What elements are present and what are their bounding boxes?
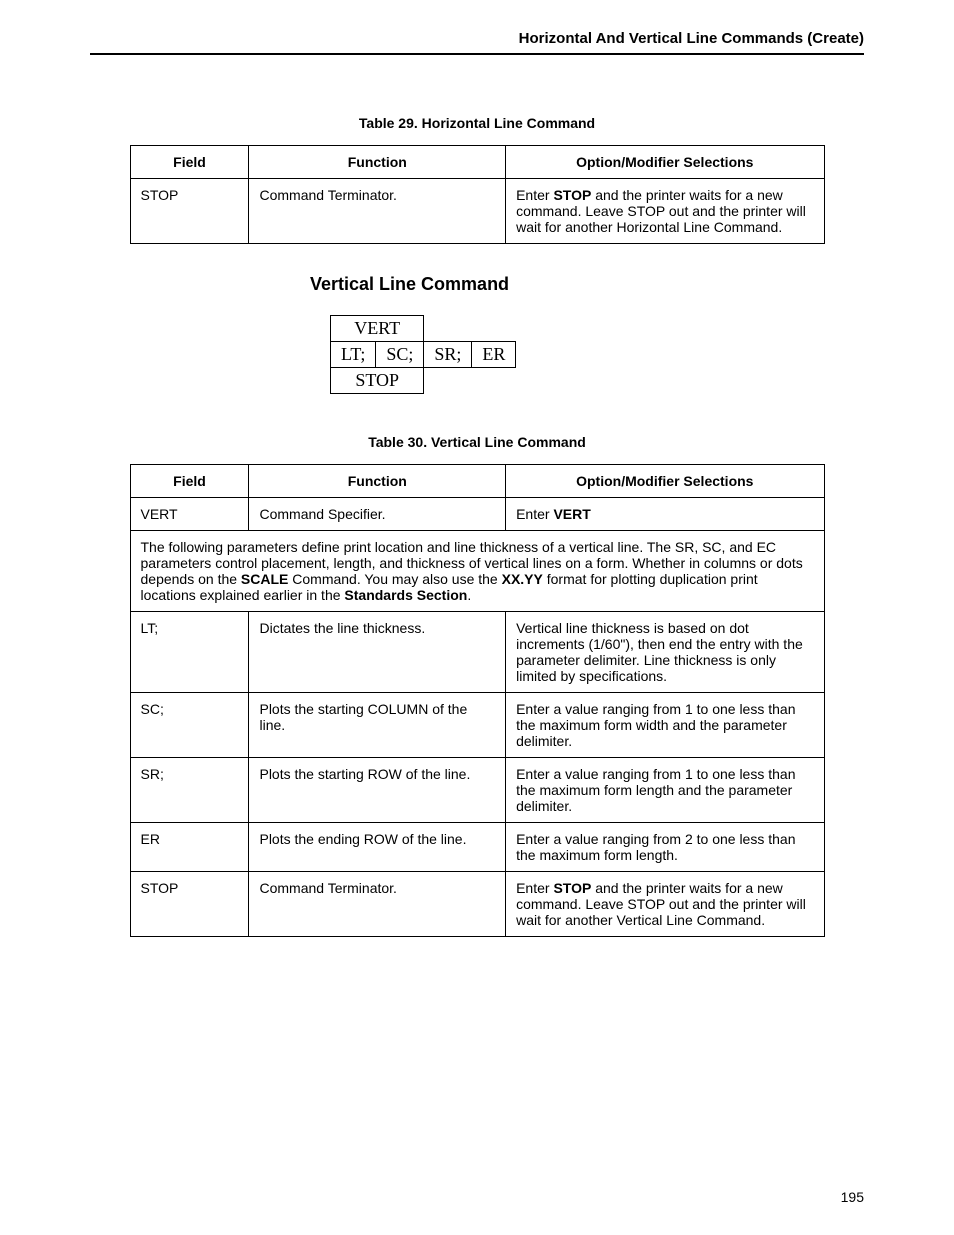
header-rule — [90, 53, 864, 55]
syntax-stop: STOP — [331, 368, 424, 394]
text: Command. You may also use the — [288, 571, 501, 587]
table30-sr-field: SR; — [130, 758, 249, 823]
table29: Field Function Option/Modifier Selection… — [130, 145, 825, 244]
bold-text: STOP — [553, 187, 591, 203]
table30-lt-field: LT; — [130, 612, 249, 693]
table-row: SR; Plots the starting ROW of the line. … — [130, 758, 824, 823]
bold-text: XX.YY — [502, 571, 543, 587]
table-row: STOP Command Terminator. Enter STOP and … — [130, 872, 824, 937]
table29-row0-options: Enter STOP and the printer waits for a n… — [506, 179, 824, 244]
table30-stop-options: Enter STOP and the printer waits for a n… — [506, 872, 824, 937]
table30-vert-function: Command Specifier. — [249, 498, 506, 531]
table30-vert-field: VERT — [130, 498, 249, 531]
table30-header-options: Option/Modifier Selections — [506, 465, 824, 498]
table29-caption: Table 29. Horizontal Line Command — [90, 115, 864, 131]
table29-header-field: Field — [130, 146, 249, 179]
table30-er-field: ER — [130, 823, 249, 872]
table30-sc-field: SC; — [130, 693, 249, 758]
table29-row0-field: STOP — [130, 179, 249, 244]
bold-text: STOP — [553, 880, 591, 896]
table29-row0-function: Command Terminator. — [249, 179, 506, 244]
text: Enter — [516, 880, 553, 896]
bold-text: Standards Section — [344, 587, 467, 603]
table29-header-options: Option/Modifier Selections — [506, 146, 824, 179]
table30-sc-function: Plots the starting COLUMN of the line. — [249, 693, 506, 758]
text: Enter — [516, 506, 553, 522]
page-number: 195 — [841, 1189, 864, 1205]
table30-sr-function: Plots the starting ROW of the line. — [249, 758, 506, 823]
table30-sr-options: Enter a value ranging from 1 to one less… — [506, 758, 824, 823]
section-title: Vertical Line Command — [310, 274, 864, 295]
syntax-er: ER — [472, 342, 516, 368]
table-row: LT; Dictates the line thickness. Vertica… — [130, 612, 824, 693]
table-row-note: The following parameters define print lo… — [130, 531, 824, 612]
table30-er-options: Enter a value ranging from 2 to one less… — [506, 823, 824, 872]
syntax-sr: SR; — [424, 342, 472, 368]
table30-header-function: Function — [249, 465, 506, 498]
bold-text: VERT — [553, 506, 590, 522]
table-row: STOP Command Terminator. Enter STOP and … — [130, 179, 824, 244]
table29-header-function: Function — [249, 146, 506, 179]
table30: Field Function Option/Modifier Selection… — [130, 464, 825, 937]
table30-lt-options: Vertical line thickness is based on dot … — [506, 612, 824, 693]
table30-vert-options: Enter VERT — [506, 498, 824, 531]
table-row: VERT Command Specifier. Enter VERT — [130, 498, 824, 531]
table-row: ER Plots the ending ROW of the line. Ent… — [130, 823, 824, 872]
text: Enter — [516, 187, 553, 203]
bold-text: SCALE — [241, 571, 288, 587]
syntax-diagram: VERT LT; SC; SR; ER STOP — [330, 315, 864, 394]
syntax-lt: LT; — [331, 342, 376, 368]
page-header-title: Horizontal And Vertical Line Commands (C… — [90, 30, 864, 47]
table-row: SC; Plots the starting COLUMN of the lin… — [130, 693, 824, 758]
table30-caption: Table 30. Vertical Line Command — [90, 434, 864, 450]
table30-stop-function: Command Terminator. — [249, 872, 506, 937]
table30-note: The following parameters define print lo… — [130, 531, 824, 612]
table30-er-function: Plots the ending ROW of the line. — [249, 823, 506, 872]
table30-sc-options: Enter a value ranging from 1 to one less… — [506, 693, 824, 758]
table30-header-field: Field — [130, 465, 249, 498]
table30-lt-function: Dictates the line thickness. — [249, 612, 506, 693]
syntax-sc: SC; — [376, 342, 424, 368]
syntax-vert: VERT — [331, 316, 424, 342]
table30-stop-field: STOP — [130, 872, 249, 937]
text: . — [467, 587, 471, 603]
